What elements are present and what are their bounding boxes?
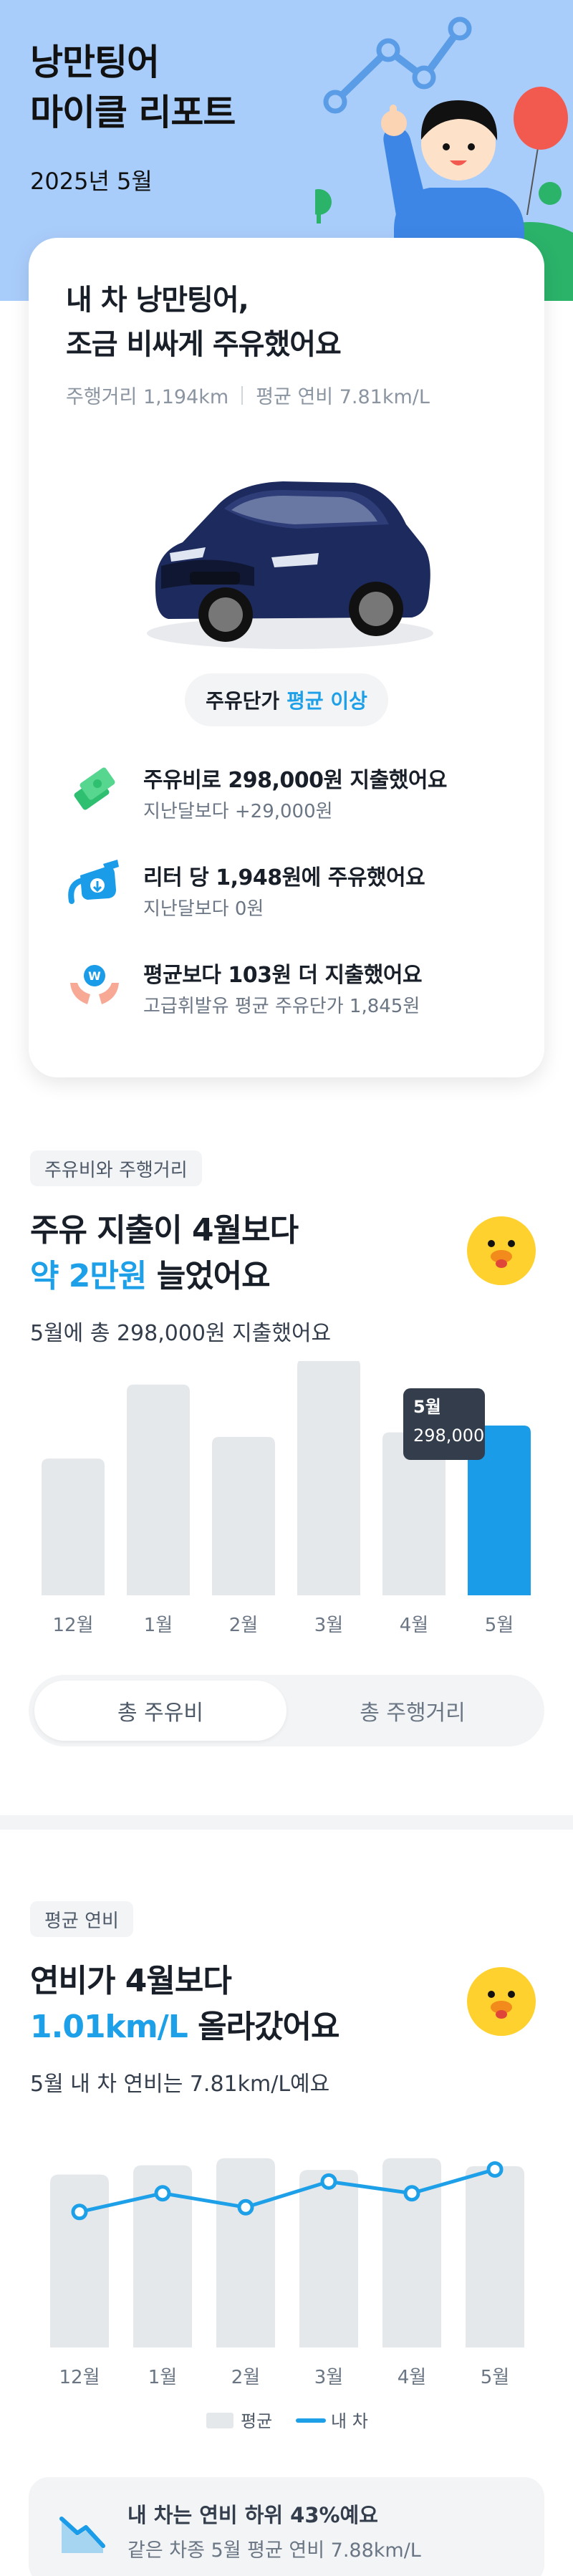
toggle-total-distance[interactable]: 총 주행거리 [286, 1681, 539, 1741]
report-title-line1: 낭만팅어 [30, 42, 160, 83]
car-image [147, 481, 433, 649]
x-tick-label: 2월 [229, 1615, 258, 1636]
price-badge-prefix: 주유단가 [206, 689, 280, 713]
spending-title-line2: 약 2만원 늘었어요 [30, 1254, 298, 1299]
tooltip-month: 5월 [413, 1397, 441, 1417]
price-badge-accent: 평균 이상 [286, 689, 367, 713]
report-item-compare: W 평균보다 103원 더 지출했어요 고급휘발유 평균 주유단가 1,845원 [66, 954, 510, 1026]
insight-subtitle: 같은 차종 5월 평균 연비 7.88km/L [127, 2539, 421, 2562]
unit-price-title: 리터 당 1,948원에 주유했어요 [143, 865, 425, 890]
efficiency-title-line2: 1.01km/L 올라갔어요 [30, 2004, 340, 2050]
avg-bar-2 [216, 2158, 275, 2347]
x-tick-label: 5월 [481, 2367, 509, 2388]
legend-avg-label: 평균 [241, 2411, 272, 2431]
x-tick-label: 1월 [144, 1615, 173, 1636]
chart-metric-toggle: 총 주유비 총 주행거리 [29, 1675, 544, 1746]
report-title-line2: 마이클 리포트 [30, 92, 236, 133]
report-headline-line1: 내 차 낭만팅어, [66, 284, 249, 317]
price-level-badge: 주유단가 평균 이상 [185, 673, 388, 726]
my-car-point-2 [237, 2198, 254, 2216]
tooltip-value: 298,000 [413, 1426, 484, 1446]
report-item-spending: 주유비로 298,000원 지출했어요 지난달보다 +29,000원 [66, 759, 510, 831]
spending-title-line1: 주유 지출이 4월보다 [30, 1212, 299, 1249]
monthly-spending-bar-chart: 12월 1월 2월 3월 4월 5월 5월 298,000 [42, 1361, 531, 1636]
trend-down-icon [59, 2517, 105, 2553]
report-date: 2025년 5월 [30, 168, 153, 195]
x-tick-label: 4월 [400, 1615, 428, 1636]
report-title: 낭만팅어 마이클 리포트 [30, 37, 236, 138]
x-tick-label: 1월 [148, 2367, 177, 2388]
report-headline: 내 차 낭만팅어, 조금 비싸게 주유했어요 [66, 278, 342, 367]
efficiency-section-title: 연비가 4월보다 1.01km/L 올라갔어요 [30, 1959, 340, 2050]
my-car-point-3 [320, 2173, 337, 2190]
report-stats: 주행거리 1,194km 평균 연비 7.81km/L [66, 381, 430, 409]
spending-section-subtitle: 5월에 총 298,000원 지출했어요 [30, 1321, 332, 1346]
efficiency-stat: 평균 연비 7.81km/L [256, 386, 430, 408]
avg-bar-0 [50, 2174, 109, 2347]
stat-divider [241, 385, 244, 405]
x-tick-label: 3월 [314, 1615, 343, 1636]
efficiency-section-subtitle: 5월 내 차 연비는 7.81km/L예요 [30, 2072, 330, 2097]
compare-title: 평균보다 103원 더 지출했어요 [143, 963, 423, 988]
distance-stat: 주행거리 1,194km [66, 386, 229, 408]
spending-section-title: 주유 지출이 4월보다 약 2만원 늘었어요 [30, 1208, 299, 1299]
bar-0 [42, 1458, 105, 1595]
avg-bar-5 [466, 2166, 524, 2347]
efficiency-section-tag: 평균 연비 [30, 1901, 133, 1937]
legend-avg-swatch [206, 2413, 233, 2428]
efficiency-insight-card: 내 차는 연비 하위 43%예요 같은 차종 5월 평균 연비 7.88km/L [29, 2477, 544, 2576]
x-tick-label: 3월 [314, 2367, 343, 2388]
money-icon [74, 767, 115, 810]
legend-mine-label: 내 차 [331, 2411, 368, 2431]
section-divider [0, 1815, 573, 1830]
my-car-point-1 [154, 2185, 171, 2202]
monthly-report-card: 내 차 낭만팅어, 조금 비싸게 주유했어요 주행거리 1,194km 평균 연… [29, 238, 544, 1077]
x-tick-label: 12월 [52, 1615, 93, 1636]
efficiency-title-line1: 연비가 4월보다 [30, 1963, 232, 1999]
svg-text:W: W [88, 969, 101, 983]
x-tick-label: 12월 [59, 2367, 100, 2388]
x-tick-label: 2월 [231, 2367, 260, 2388]
efficiency-combo-chart: 12월 1월 2월 3월 4월 5월평균 내 차 [50, 2158, 524, 2431]
efficiency-title-accent: 1.01km/L [30, 2009, 188, 2045]
insight-title: 내 차는 연비 하위 43%예요 [127, 2503, 378, 2527]
bar-1 [127, 1384, 190, 1595]
spending-title-accent: 약 2만원 [30, 1258, 147, 1294]
my-car-point-4 [403, 2185, 420, 2202]
coin-hands-icon: W [70, 965, 119, 1004]
toggle-total-fuel-cost[interactable]: 총 주유비 [34, 1681, 286, 1741]
my-car-point-0 [71, 2203, 88, 2221]
spending-section-tag: 주유비와 주행거리 [30, 1150, 202, 1186]
bar-3 [297, 1361, 360, 1595]
spending-title-rest: 늘었어요 [146, 1258, 271, 1294]
compare-subtitle: 고급휘발유 평균 주유단가 1,845원 [143, 996, 420, 1017]
my-car-point-5 [486, 2161, 504, 2178]
report-item-unit-price: 리터 당 1,948원에 주유했어요 지난달보다 0원 [66, 857, 510, 928]
smiley-face-icon [467, 1967, 536, 2036]
smiley-face-icon [467, 1216, 536, 1285]
unit-price-subtitle: 지난달보다 0원 [143, 898, 264, 920]
report-headline-line2: 조금 비싸게 주유했어요 [66, 328, 342, 361]
avg-bar-3 [299, 2170, 358, 2347]
efficiency-title-rest: 올라갔어요 [187, 2009, 340, 2045]
fuel-nozzle-icon [68, 860, 119, 904]
bar-2 [212, 1436, 275, 1595]
x-tick-label: 5월 [485, 1615, 514, 1636]
spending-subtitle: 지난달보다 +29,000원 [143, 801, 333, 822]
x-tick-label: 4월 [398, 2367, 426, 2388]
spending-title: 주유비로 298,000원 지출했어요 [143, 768, 448, 793]
